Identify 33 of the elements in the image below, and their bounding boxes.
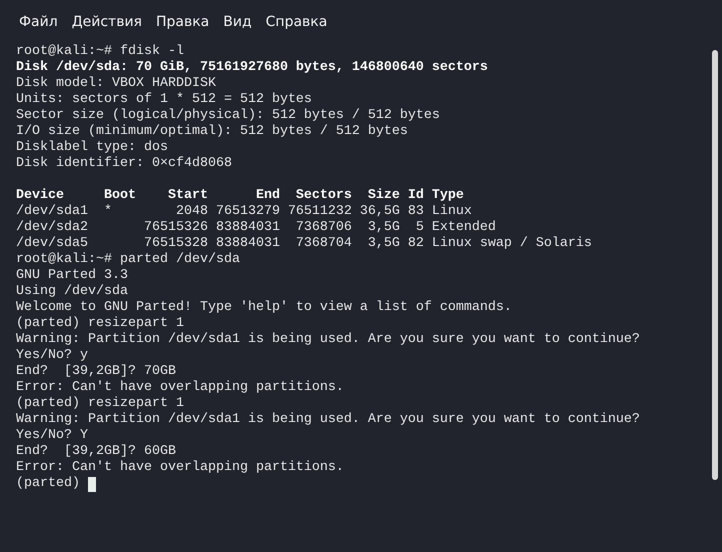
terminal-line: (parted) [16,476,80,492]
terminal-line: End? [39,2GB]? 60GB [16,444,176,460]
menu-item[interactable]: Действия [64,8,149,36]
terminal-line: root@kali:~# parted /dev/sda [16,252,240,268]
terminal-line: Disklabel type: dos [16,140,168,156]
terminal-line: Units: sectors of 1 * 512 = 512 bytes [16,92,312,108]
scrollbar-thumb[interactable] [712,50,718,480]
terminal-line: (parted) resizepart 1 [16,316,184,332]
terminal-line: Error: Can't have overlapping partitions. [16,380,344,396]
menu-item[interactable]: Файл [12,8,65,36]
terminal-line: (parted) resizepart 1 [16,396,184,412]
terminal-line: Yes/No? Y [16,428,88,444]
terminal-line: root@kali:~# fdisk -l [16,44,184,60]
terminal-line: Disk identifier: 0×cf4d8068 [16,156,232,172]
terminal-line: Device Boot Start End Sectors Size Id Type [16,188,464,204]
terminal-line: End? [39,2GB]? 70GB [16,364,176,380]
terminal-line: Sector size (logical/physical): 512 bytes / 512 bytes [16,108,440,124]
terminal-line: /dev/sda5 76515328 83884031 7368704 3,5G 82 Linux swap / Solaris [16,236,592,252]
terminal-line: Yes/No? y [16,348,88,364]
terminal-line: Disk /dev/sda: 70 GiB, 75161927680 bytes, 146800640 sectors [16,60,488,76]
menu-item[interactable]: Справка [258,8,334,36]
terminal-line: Using /dev/sda [16,284,128,300]
terminal-line: Warning: Partition /dev/sda1 is being used. Are you sure you want to continue? [16,332,640,348]
terminal-line: Welcome to GNU Parted! Type 'help' to view a list of commands. [16,300,512,316]
menu-item[interactable]: Вид [216,8,259,36]
menu-item[interactable]: Правка [148,8,216,36]
terminal-line: Error: Can't have overlapping partitions. [16,460,344,476]
terminal-line: Warning: Partition /dev/sda1 is being used. Are you sure you want to continue? [16,412,640,428]
terminal-line: Disk model: VBOX HARDDISK [16,76,216,92]
terminal-line: I/O size (minimum/optimal): 512 bytes / 512 bytes [16,124,408,140]
terminal-line: /dev/sda1 * 2048 76513279 76511232 36,5G 83 Linux [16,204,472,220]
terminal-line: /dev/sda2 76515326 83884031 7368706 3,5G 5 Extended [16,220,496,236]
terminal-line: GNU Parted 3.3 [16,268,128,284]
